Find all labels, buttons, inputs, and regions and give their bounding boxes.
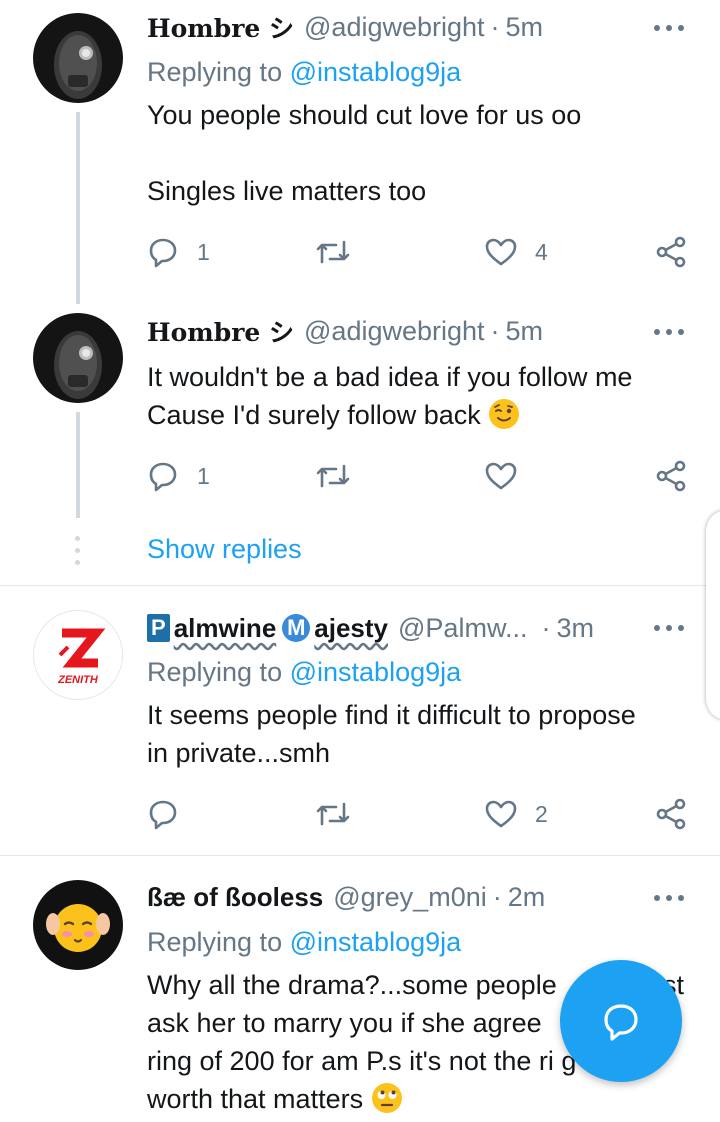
reply-button[interactable] [147, 794, 179, 834]
display-name[interactable]: Hombre シ [147, 9, 294, 45]
display-name[interactable]: P almwine M ajesty [147, 613, 388, 644]
like-button[interactable] [485, 456, 517, 496]
display-name-part: almwine [173, 612, 277, 643]
tweet-text-line: worth that matters [147, 1084, 364, 1114]
tweet-text: It wouldn't be a bad idea if you follow … [147, 358, 692, 434]
name-badge: M [282, 614, 311, 642]
compose-reply-icon [604, 1004, 638, 1041]
heart-icon [485, 462, 517, 490]
tweet-header: P almwine M ajesty @Palmw... · 3m [147, 610, 594, 646]
tweet-text: You people should cut love for us oo Sin… [147, 96, 692, 210]
replying-to-label: Replying to [147, 657, 283, 687]
like-button[interactable]: 2 [485, 794, 548, 834]
compose-reply-button[interactable] [560, 960, 682, 1082]
user-handle[interactable]: @Palmw... [398, 613, 527, 644]
retweet-icon [316, 464, 350, 488]
share-button[interactable] [655, 232, 687, 272]
timestamp[interactable]: 5m [506, 316, 544, 347]
thread-line [76, 112, 80, 304]
timestamp[interactable]: 3m [556, 613, 594, 644]
tweet-text-line: ring of 200 for am P.s it's not the ri [147, 1046, 554, 1076]
thread-continuation-dots [75, 536, 81, 572]
reply-count: 1 [197, 238, 210, 265]
replying-to-handle[interactable]: @instablog9ja [290, 657, 462, 687]
replying-to-label: Replying to [147, 57, 283, 87]
separator-dot: · [492, 881, 502, 912]
display-name-part: ajesty [314, 612, 389, 643]
like-button[interactable]: 4 [485, 232, 548, 272]
replying-to-label: Replying to [147, 927, 283, 957]
replying-to-handle[interactable]: @instablog9ja [290, 927, 462, 957]
tweet-text-line: It seems people find it difficult to pro… [147, 700, 636, 730]
display-name[interactable]: ßæ of ßooless [147, 882, 323, 913]
user-handle[interactable]: @adigwebright [304, 316, 485, 347]
heart-icon [485, 238, 517, 266]
share-icon [656, 798, 686, 830]
timestamp[interactable]: 5m [506, 12, 544, 43]
reply-icon [149, 462, 177, 492]
more-icon[interactable] [654, 327, 684, 337]
show-replies-link[interactable]: Show replies [147, 534, 302, 565]
share-icon [656, 460, 686, 492]
avatar[interactable] [33, 313, 123, 403]
reply-count: 1 [197, 462, 210, 489]
more-icon[interactable] [654, 23, 684, 33]
tweet-actions: 1 [147, 456, 687, 496]
divider [0, 585, 720, 586]
separator-dot: · [490, 11, 500, 42]
reply-button[interactable]: 1 [147, 456, 210, 496]
avatar[interactable]: ZENITH [33, 610, 123, 700]
replying-to: Replying to @instablog9ja [147, 57, 461, 88]
user-handle[interactable]: @grey_m0ni [333, 882, 486, 913]
thread-line [76, 412, 80, 518]
tweet-text-line: You people should cut love for us oo [147, 100, 582, 130]
tweet-header: ßæ of ßooless @grey_m0ni · 2m [147, 879, 545, 915]
separator-dot: · [541, 612, 551, 643]
scroll-edge-handle[interactable] [706, 510, 720, 720]
eye-roll-emoji-icon [371, 1083, 402, 1113]
share-button[interactable] [655, 794, 687, 834]
retweet-icon [316, 240, 350, 264]
tweet-text-line-wrap: worth that matters [147, 1080, 692, 1118]
replying-to-handle[interactable]: @instablog9ja [290, 57, 462, 87]
like-count: 2 [535, 800, 548, 827]
retweet-button[interactable] [315, 456, 351, 496]
tweet-actions: 1 4 [147, 232, 687, 272]
avatar[interactable] [33, 13, 123, 103]
tweet-text-line-wrap: Cause I'd surely follow back [147, 396, 692, 434]
tweet-actions: 2 [147, 794, 687, 834]
retweet-button[interactable] [315, 232, 351, 272]
tweet-header: Hombre シ @adigwebright · 5m [147, 313, 543, 349]
tweet-text-line: in private...smh [147, 738, 331, 768]
avatar[interactable] [33, 880, 123, 970]
replying-to: Replying to @instablog9ja [147, 927, 461, 958]
winking-face-emoji-icon [489, 399, 520, 429]
avatar-text: ZENITH [57, 674, 99, 686]
more-icon[interactable] [654, 893, 684, 903]
tweet-text-line: Singles live matters too [147, 176, 427, 206]
share-button[interactable] [655, 456, 687, 496]
display-name[interactable]: Hombre シ [147, 313, 294, 349]
reply-button[interactable]: 1 [147, 232, 210, 272]
timestamp[interactable]: 2m [508, 882, 546, 913]
like-count: 4 [535, 238, 548, 265]
reply-icon [149, 238, 177, 268]
retweet-button[interactable] [315, 794, 351, 834]
tweet-text-line: Cause I'd surely follow back [147, 400, 481, 430]
retweet-icon [316, 802, 350, 826]
share-icon [656, 236, 686, 268]
tweet-text-line: Why all the drama?...some people [147, 970, 557, 1000]
divider [0, 855, 720, 856]
more-icon[interactable] [654, 623, 684, 633]
replying-to: Replying to @instablog9ja [147, 657, 461, 688]
tweet-text: It seems people find it difficult to pro… [147, 696, 692, 772]
reply-icon [149, 800, 177, 830]
user-handle[interactable]: @adigwebright [304, 12, 485, 43]
tweet-text-line: It wouldn't be a bad idea if you follow … [147, 362, 633, 392]
separator-dot: · [490, 315, 500, 346]
name-badge: P [147, 614, 170, 642]
heart-icon [485, 800, 517, 828]
tweet-header: Hombre シ @adigwebright · 5m [147, 9, 543, 45]
